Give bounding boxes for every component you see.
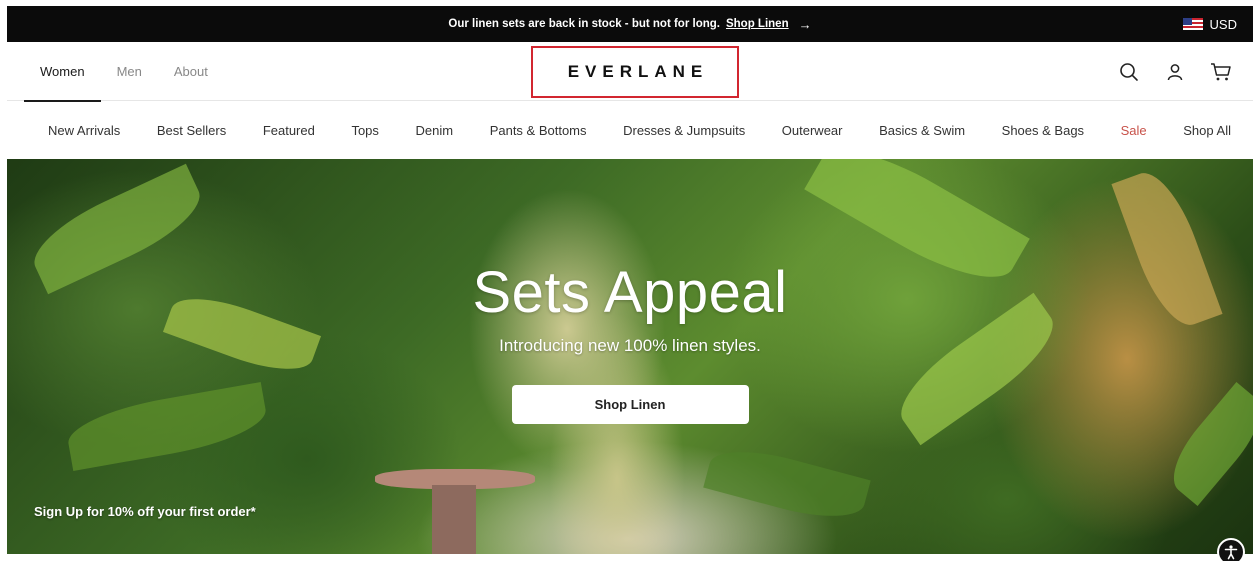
cart-icon[interactable] — [1209, 60, 1233, 84]
tab-men-label: Men — [116, 64, 142, 79]
nav-tops[interactable]: Tops — [351, 123, 378, 138]
header-actions — [1117, 42, 1233, 101]
gender-tabs: Women Men About — [24, 42, 224, 102]
us-flag-icon — [1182, 18, 1203, 30]
currency-selector[interactable]: USD — [1182, 6, 1237, 42]
nav-dresses-jumpsuits[interactable]: Dresses & Jumpsuits — [623, 123, 745, 138]
page: Our linen sets are back in stock - but n… — [0, 0, 1253, 561]
tab-women-label: Women — [40, 64, 85, 79]
announcement-bar: Our linen sets are back in stock - but n… — [7, 6, 1253, 42]
hero-subtitle: Introducing new 100% linen styles. — [499, 336, 761, 355]
announcement-message: Our linen sets are back in stock - but n… — [448, 18, 720, 30]
announcement-message-wrap: Our linen sets are back in stock - but n… — [448, 17, 811, 32]
brand-logo: EVERLANE — [567, 62, 709, 81]
hero-content: Sets Appeal Introducing new 100% linen s… — [7, 159, 1253, 554]
accessibility-icon[interactable] — [1217, 538, 1245, 561]
signup-offer-link[interactable]: Sign Up for 10% off your first order* — [34, 504, 256, 519]
tab-men[interactable]: Men — [101, 42, 158, 101]
nav-sale[interactable]: Sale — [1121, 123, 1147, 138]
tab-women[interactable]: Women — [24, 42, 101, 102]
hero-title: Sets Appeal — [472, 260, 788, 325]
category-nav: New Arrivals Best Sellers Featured Tops … — [7, 101, 1253, 159]
nav-outerwear[interactable]: Outerwear — [782, 123, 843, 138]
logo-highlight-box[interactable]: EVERLANE — [531, 46, 739, 98]
nav-pants-bottoms[interactable]: Pants & Bottoms — [490, 123, 587, 138]
arrow-right-icon[interactable]: → — [799, 17, 812, 32]
currency-label: USD — [1209, 16, 1237, 32]
nav-basics-swim[interactable]: Basics & Swim — [879, 123, 965, 138]
tab-about[interactable]: About — [158, 42, 224, 101]
announcement-link[interactable]: Shop Linen — [726, 18, 789, 30]
nav-shop-all[interactable]: Shop All — [1183, 123, 1231, 138]
nav-shoes-bags[interactable]: Shoes & Bags — [1002, 123, 1084, 138]
nav-denim[interactable]: Denim — [416, 123, 454, 138]
hero-banner[interactable]: Sets Appeal Introducing new 100% linen s… — [7, 159, 1253, 554]
search-icon[interactable] — [1117, 60, 1141, 84]
nav-new-arrivals[interactable]: New Arrivals — [48, 123, 120, 138]
shop-linen-button[interactable]: Shop Linen — [511, 385, 749, 424]
site-header: Women Men About EVERLANE — [7, 42, 1253, 102]
tab-about-label: About — [173, 64, 208, 79]
account-icon[interactable] — [1163, 60, 1187, 84]
nav-best-sellers[interactable]: Best Sellers — [157, 123, 226, 138]
nav-featured[interactable]: Featured — [263, 123, 315, 138]
